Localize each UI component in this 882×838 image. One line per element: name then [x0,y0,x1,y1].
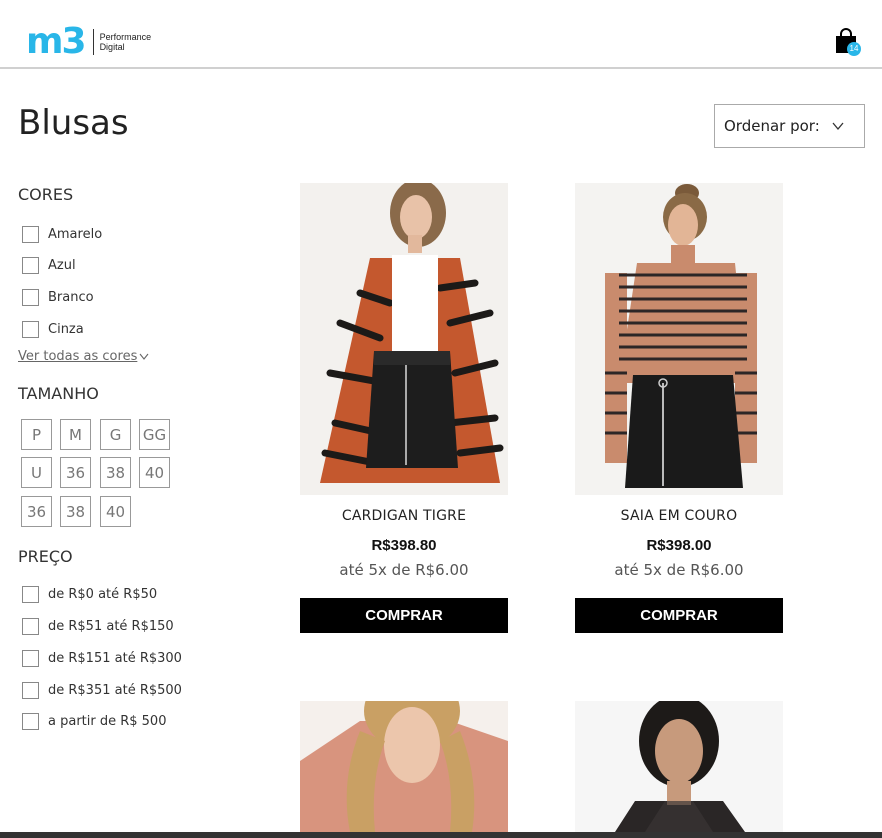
filter-color-option[interactable]: Amarelo [22,226,102,243]
product-photo-cardigan [300,183,508,495]
brand-logo[interactable]: m3 Performance Digital [26,21,152,62]
checkbox[interactable] [22,586,39,603]
filter-price-option[interactable]: de R$151 até R$300 [22,650,182,667]
product-image[interactable] [300,701,508,832]
product-installments: até 5x de R$6.00 [339,561,469,579]
buy-button[interactable]: COMPRAR [575,598,783,633]
product-price: R$398.80 [371,537,437,554]
filter-price-label: de R$351 até R$500 [48,683,182,698]
product-photo-sheer-top [575,701,783,832]
filter-price-label: de R$51 até R$150 [48,619,174,634]
logo-divider [92,29,94,55]
logo-line-1: Performance [99,32,152,42]
filter-price-label: a partir de R$ 500 [48,714,167,729]
product-image[interactable] [575,183,783,495]
filter-color-label: Branco [48,290,94,305]
filter-price-option[interactable]: de R$51 até R$150 [22,618,174,635]
size-option[interactable]: 36 [21,496,52,527]
size-option[interactable]: GG [139,419,170,450]
checkbox[interactable] [22,257,39,274]
size-option[interactable]: 38 [100,457,131,488]
site-header: m3 Performance Digital 14 [0,0,882,69]
size-option[interactable]: P [21,419,52,450]
buy-button[interactable]: COMPRAR [300,598,508,633]
chevron-down-icon [832,122,844,131]
filter-price-option[interactable]: a partir de R$ 500 [22,713,166,730]
filter-color-label: Azul [48,258,76,273]
sort-label: Ordenar por: [724,117,820,135]
size-option[interactable]: 40 [139,457,170,488]
filter-color-option[interactable]: Branco [22,289,94,306]
logo-mark: m3 [26,21,87,62]
logo-text: Performance Digital [100,32,152,52]
see-all-colors-label: Ver todas as cores [18,349,138,364]
browser-bottom-bar [0,832,882,838]
product-name[interactable]: CARDIGAN TIGRE [300,508,508,524]
cart-count-badge: 14 [847,42,861,56]
size-option[interactable]: 40 [100,496,131,527]
filter-color-option[interactable]: Azul [22,257,76,274]
sort-dropdown[interactable]: Ordenar por: [714,104,865,148]
see-all-colors-link[interactable]: Ver todas as cores [18,349,149,364]
checkbox[interactable] [22,321,39,338]
filter-price-title: PREÇO [18,547,73,566]
size-option[interactable]: 38 [60,496,91,527]
page-title: Blusas [18,103,129,143]
checkbox[interactable] [22,650,39,667]
filter-color-label: Amarelo [48,227,103,242]
product-photo-skirt [575,183,783,495]
checkbox[interactable] [22,618,39,635]
cart-button[interactable]: 14 [834,28,861,56]
product-price: R$398.00 [646,537,712,554]
size-option[interactable]: G [100,419,131,450]
logo-line-2: Digital [99,42,125,52]
checkbox[interactable] [22,226,39,243]
checkbox[interactable] [22,682,39,699]
product-image[interactable] [300,183,508,495]
size-option[interactable]: M [60,419,91,450]
filter-colors-title: CORES [18,185,74,204]
filter-price-label: de R$151 até R$300 [48,651,182,666]
filter-size-title: TAMANHO [18,384,99,403]
product-photo-sweater [300,701,508,832]
filter-price-option[interactable]: de R$351 até R$500 [22,682,182,699]
filter-color-label: Cinza [48,322,84,337]
size-option[interactable]: 36 [60,457,91,488]
filter-price-option[interactable]: de R$0 até R$50 [22,586,157,603]
chevron-down-icon [139,353,149,360]
filter-price-label: de R$0 até R$50 [48,587,158,602]
size-option[interactable]: U [21,457,52,488]
checkbox[interactable] [22,289,39,306]
filter-color-option[interactable]: Cinza [22,321,84,338]
checkbox[interactable] [22,713,39,730]
product-installments: até 5x de R$6.00 [614,561,744,579]
product-name[interactable]: SAIA EM COURO [575,508,783,524]
product-image[interactable] [575,701,783,832]
